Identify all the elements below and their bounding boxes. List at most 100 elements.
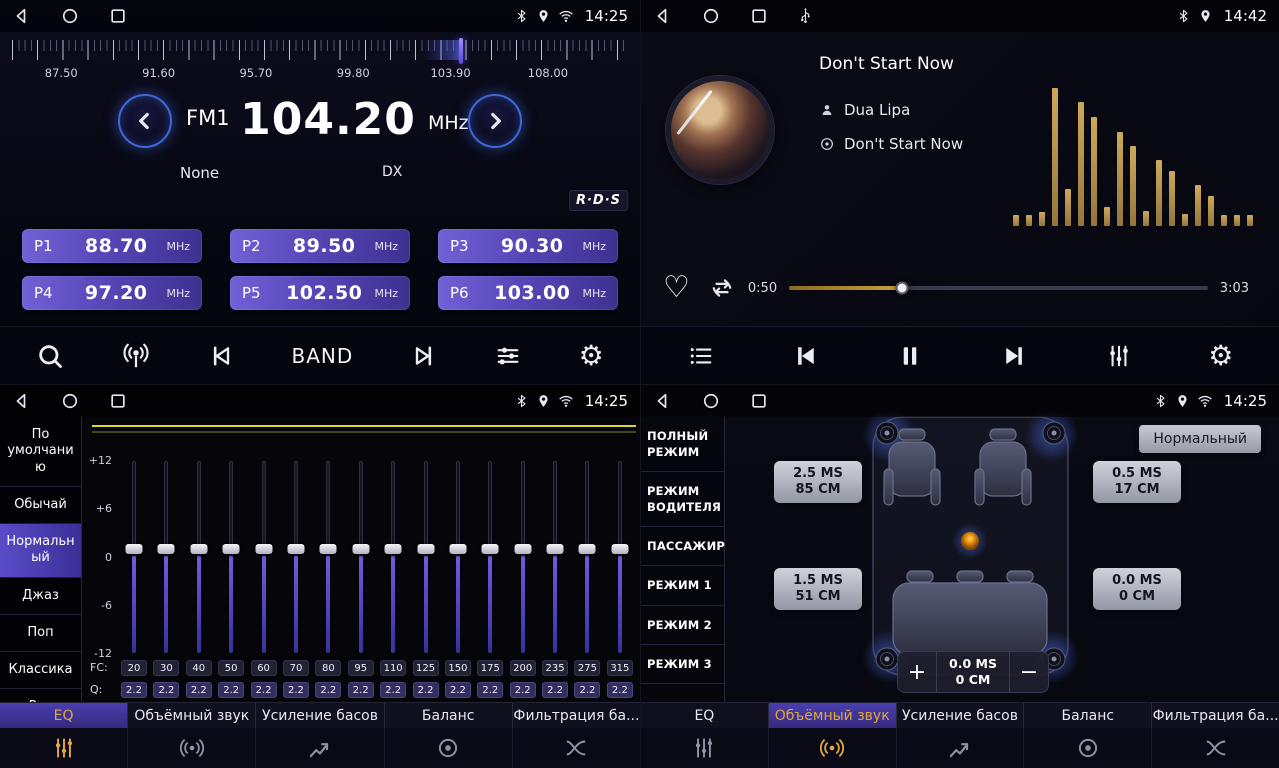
audio-settings-tab[interactable]: Фильтрация ба... xyxy=(1152,703,1279,728)
eq-preset-item[interactable]: Обычай xyxy=(0,487,81,524)
delay-rear-left[interactable]: 1.5 MS 51 CM xyxy=(774,568,862,610)
recents-square-icon[interactable] xyxy=(108,391,128,411)
favorite-heart-icon[interactable]: ♡ xyxy=(663,273,690,303)
slider-handle[interactable] xyxy=(417,544,434,554)
sound-mode-item[interactable]: РЕЖИМ ВОДИТЕЛЯ xyxy=(641,472,724,527)
eq-band-slider[interactable] xyxy=(477,461,503,653)
home-circle-icon[interactable] xyxy=(60,391,80,411)
recents-square-icon[interactable] xyxy=(749,6,769,26)
eq-band-slider[interactable] xyxy=(218,461,244,653)
slider-handle[interactable] xyxy=(482,544,499,554)
seek-icon[interactable] xyxy=(36,342,64,370)
radio-preset-button[interactable]: P5102.50MHz xyxy=(230,276,410,310)
back-icon[interactable] xyxy=(12,391,32,411)
radio-preset-button[interactable]: P289.50MHz xyxy=(230,229,410,263)
audio-settings-tab[interactable]: Усиление басов xyxy=(256,703,384,728)
delay-decrease-button[interactable]: − xyxy=(1010,652,1048,692)
eq-tab-icon[interactable] xyxy=(0,728,128,768)
eq-band-slider[interactable] xyxy=(574,461,600,653)
recents-square-icon[interactable] xyxy=(749,391,769,411)
radio-preset-button[interactable]: P497.20MHz xyxy=(22,276,202,310)
slider-handle[interactable] xyxy=(287,544,304,554)
delay-rear-right[interactable]: 0.0 MS 0 CM xyxy=(1093,568,1181,610)
gear-icon[interactable]: ⚙ xyxy=(1208,342,1233,370)
slider-handle[interactable] xyxy=(158,544,175,554)
eq-preset-item[interactable]: По умолчанию xyxy=(0,417,81,487)
eq-tab-icon[interactable] xyxy=(641,728,769,768)
balance-tab-icon[interactable] xyxy=(385,728,513,768)
eq-band-slider[interactable] xyxy=(251,461,277,653)
gear-icon[interactable]: ⚙ xyxy=(579,342,604,370)
eq-band-slider[interactable] xyxy=(315,461,341,653)
radio-preset-button[interactable]: P390.30MHz xyxy=(438,229,618,263)
eq-band-slider[interactable] xyxy=(283,461,309,653)
slider-handle[interactable] xyxy=(320,544,337,554)
eq-band-slider[interactable] xyxy=(445,461,471,653)
slider-handle[interactable] xyxy=(449,544,466,554)
eq-band-slider[interactable] xyxy=(186,461,212,653)
slider-handle[interactable] xyxy=(223,544,240,554)
sound-mode-item[interactable]: ПОЛНЫЙ РЕЖИМ xyxy=(641,417,724,472)
audio-settings-tab[interactable]: Усиление басов xyxy=(897,703,1025,728)
tuning-pointer[interactable] xyxy=(459,38,463,64)
recents-square-icon[interactable] xyxy=(108,6,128,26)
band-button[interactable]: BAND xyxy=(292,344,354,368)
bass-boost-tab-icon[interactable] xyxy=(256,728,384,768)
progress-bar[interactable] xyxy=(789,286,1208,290)
slider-handle[interactable] xyxy=(385,544,402,554)
bass-boost-tab-icon[interactable] xyxy=(897,728,1025,768)
eq-preset-item[interactable]: Классика xyxy=(0,652,81,689)
balance-tab-icon[interactable] xyxy=(1024,728,1152,768)
audio-settings-tab[interactable]: Баланс xyxy=(385,703,513,728)
eq-band-slider[interactable] xyxy=(413,461,439,653)
crossover-tab-icon[interactable] xyxy=(513,728,640,768)
radio-preset-button[interactable]: P188.70MHz xyxy=(22,229,202,263)
slider-handle[interactable] xyxy=(126,544,143,554)
surround-tab-icon[interactable] xyxy=(769,728,897,768)
delay-front-left[interactable]: 2.5 MS 85 CM xyxy=(774,461,862,503)
audio-settings-tab[interactable]: Фильтрация ба... xyxy=(513,703,640,728)
eq-settings-icon[interactable] xyxy=(494,342,522,370)
playlist-icon[interactable] xyxy=(687,342,715,370)
radio-preset-button[interactable]: P6103.00MHz xyxy=(438,276,618,310)
eq-band-slider[interactable] xyxy=(607,461,633,653)
back-icon[interactable] xyxy=(653,6,673,26)
audio-settings-tab[interactable]: Объёмный звук xyxy=(769,703,897,728)
slider-handle[interactable] xyxy=(514,544,531,554)
surround-tab-icon[interactable] xyxy=(128,728,256,768)
audio-settings-tab[interactable]: Баланс xyxy=(1024,703,1152,728)
crossover-tab-icon[interactable] xyxy=(1152,728,1279,768)
tune-down-button[interactable] xyxy=(118,94,172,148)
sound-mode-item[interactable]: ПАССАЖИР xyxy=(641,527,724,566)
eq-band-slider[interactable] xyxy=(542,461,568,653)
eq-band-slider[interactable] xyxy=(153,461,179,653)
sound-mode-item[interactable]: РЕЖИМ 1 xyxy=(641,566,724,605)
eq-band-slider[interactable] xyxy=(121,461,147,653)
sound-mode-item[interactable]: РЕЖИМ 2 xyxy=(641,606,724,645)
slider-handle[interactable] xyxy=(579,544,596,554)
delay-increase-button[interactable]: + xyxy=(898,652,936,692)
delay-front-right[interactable]: 0.5 MS 17 CM xyxy=(1093,461,1181,503)
back-icon[interactable] xyxy=(653,391,673,411)
audio-settings-tab[interactable]: EQ xyxy=(641,703,769,728)
audio-settings-tab[interactable]: Объёмный звук xyxy=(128,703,256,728)
back-icon[interactable] xyxy=(12,6,32,26)
tuning-scale[interactable]: 87.5091.6095.7099.80103.90108.00 xyxy=(12,38,628,84)
home-circle-icon[interactable] xyxy=(701,6,721,26)
previous-track-icon[interactable] xyxy=(790,341,820,371)
slider-handle[interactable] xyxy=(547,544,564,554)
repeat-icon[interactable] xyxy=(708,274,736,302)
slider-handle[interactable] xyxy=(255,544,272,554)
slider-handle[interactable] xyxy=(190,544,207,554)
sound-mode-item[interactable]: РЕЖИМ 3 xyxy=(641,645,724,684)
next-track-icon[interactable] xyxy=(1000,341,1030,371)
broadcast-antenna-icon[interactable] xyxy=(121,341,151,371)
audio-settings-tab[interactable]: EQ xyxy=(0,703,128,728)
tune-up-button[interactable] xyxy=(468,94,522,148)
sound-preset-button[interactable]: Нормальный xyxy=(1139,425,1261,453)
home-circle-icon[interactable] xyxy=(701,391,721,411)
eq-preset-item[interactable]: Поп xyxy=(0,615,81,652)
pause-icon[interactable] xyxy=(895,341,925,371)
eq-band-slider[interactable] xyxy=(380,461,406,653)
eq-preset-item[interactable]: Джаз xyxy=(0,578,81,615)
